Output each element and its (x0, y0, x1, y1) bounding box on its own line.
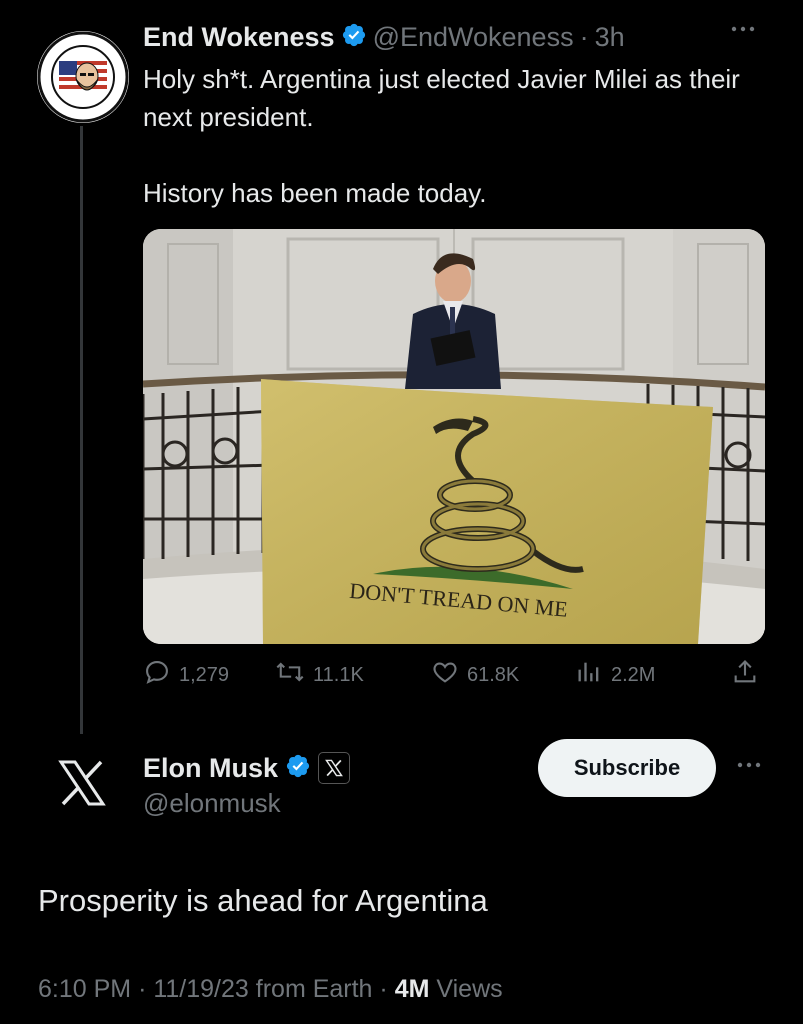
x-logo-icon (58, 760, 106, 806)
photo-scene: DON'T TREAD ON ME (143, 229, 765, 644)
subscribe-button[interactable]: Subscribe (538, 739, 716, 797)
tweet2-header: Elon Musk (143, 750, 351, 786)
avatar[interactable] (37, 31, 129, 123)
share-icon (731, 658, 759, 692)
tweet1-text-line2: History has been made today. (143, 178, 487, 208)
tweet2-text: Prosperity is ahead for Argentina (38, 883, 488, 918)
post-source: from Earth (255, 975, 373, 1003)
views-count[interactable]: 4M (395, 975, 430, 1003)
tweet-metadata: 6:10 PM · 11/19/23 from Earth · 4M Views (38, 975, 503, 1004)
affiliate-x-badge-icon[interactable] (318, 752, 351, 784)
x-logo-avatar[interactable] (57, 758, 107, 808)
reply-button[interactable]: 1,279 (143, 658, 229, 692)
author-handle[interactable]: @elonmusk (143, 788, 281, 819)
tweet-action-bar: 1,279 11.1K 61.8K 2.2M (143, 658, 773, 698)
verified-badge-icon (285, 753, 311, 784)
author-name[interactable]: End Wokeness (143, 22, 335, 53)
tweet1-header: End Wokeness @EndWokeness · 3h (143, 20, 625, 54)
thread-connector-line (80, 126, 83, 734)
views-button[interactable]: 2.2M (575, 658, 655, 692)
like-count: 61.8K (467, 663, 520, 686)
tweet1-text-line1: Holy sh*t. Argentina just elected Javier… (143, 64, 740, 132)
post-time[interactable]: 6:10 PM (38, 975, 131, 1003)
separator-dot: · (379, 975, 388, 1003)
author-name[interactable]: Elon Musk (143, 753, 278, 784)
repost-count: 11.1K (313, 663, 364, 686)
views-count: 2.2M (611, 663, 656, 686)
tweet-time[interactable]: 3h (595, 22, 625, 53)
like-button[interactable]: 61.8K (431, 658, 519, 692)
reply-icon (143, 658, 171, 692)
share-button[interactable] (731, 658, 759, 692)
more-options-icon[interactable] (734, 750, 764, 787)
post-date[interactable]: 11/19/23 (153, 975, 248, 1003)
separator-dot: · (138, 975, 147, 1003)
reply-count: 1,279 (179, 663, 230, 686)
repost-icon (275, 658, 305, 692)
more-options-icon[interactable] (728, 14, 758, 51)
analytics-bar-icon (575, 658, 603, 692)
views-label: Views (436, 975, 503, 1003)
tweet1-text: Holy sh*t. Argentina just elected Javier… (143, 60, 773, 212)
author-handle[interactable]: @EndWokeness (373, 22, 574, 53)
separator-dot: · (579, 21, 589, 52)
heart-icon (431, 658, 459, 692)
tweet-media-image[interactable]: DON'T TREAD ON ME (143, 229, 765, 644)
verified-badge-icon (341, 22, 367, 53)
repost-button[interactable]: 11.1K (275, 658, 364, 692)
avatar-logo-image (37, 31, 129, 123)
